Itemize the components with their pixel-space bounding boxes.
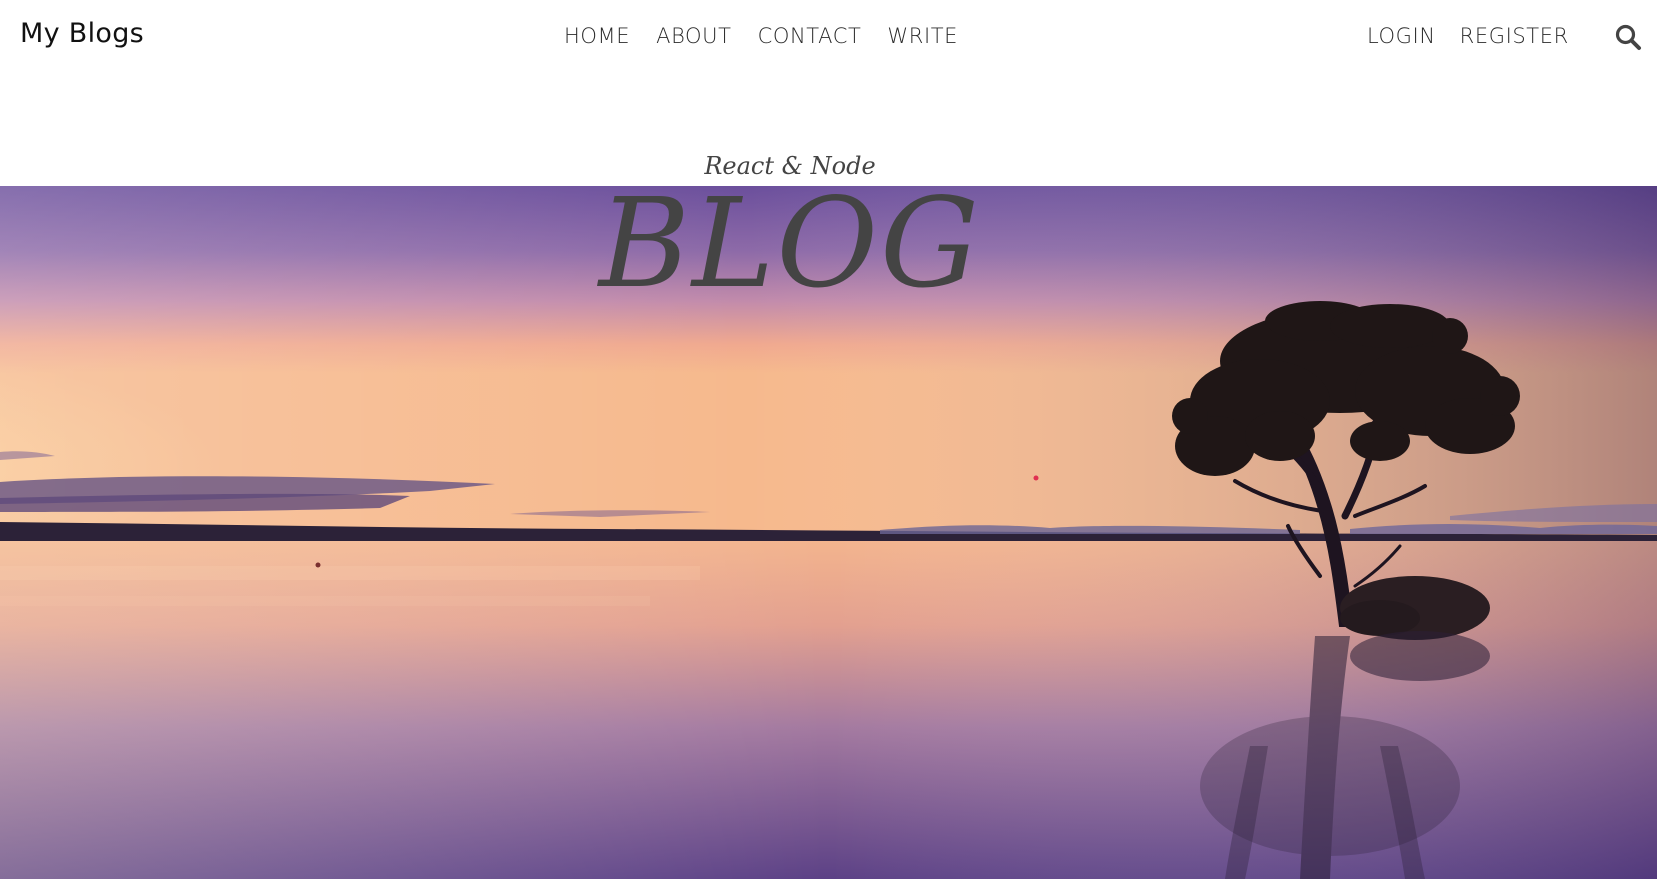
nav-contact[interactable]: CONTACT xyxy=(758,24,862,48)
top-bar: My Blogs HOME ABOUT CONTACT WRITE LOGIN … xyxy=(0,0,1657,74)
search-icon[interactable] xyxy=(1614,23,1642,51)
nav-home[interactable]: HOME xyxy=(564,24,630,48)
nav-register[interactable]: REGISTER xyxy=(1460,24,1569,48)
auth-nav: LOGIN REGISTER xyxy=(1367,24,1569,48)
nav-write[interactable]: WRITE xyxy=(887,24,958,48)
hero-title: BLOG xyxy=(598,172,982,316)
main-nav: HOME ABOUT CONTACT WRITE xyxy=(564,24,958,48)
nav-about[interactable]: ABOUT xyxy=(656,24,731,48)
nav-login[interactable]: LOGIN xyxy=(1367,24,1436,48)
brand-logo[interactable]: My Blogs xyxy=(20,18,144,49)
